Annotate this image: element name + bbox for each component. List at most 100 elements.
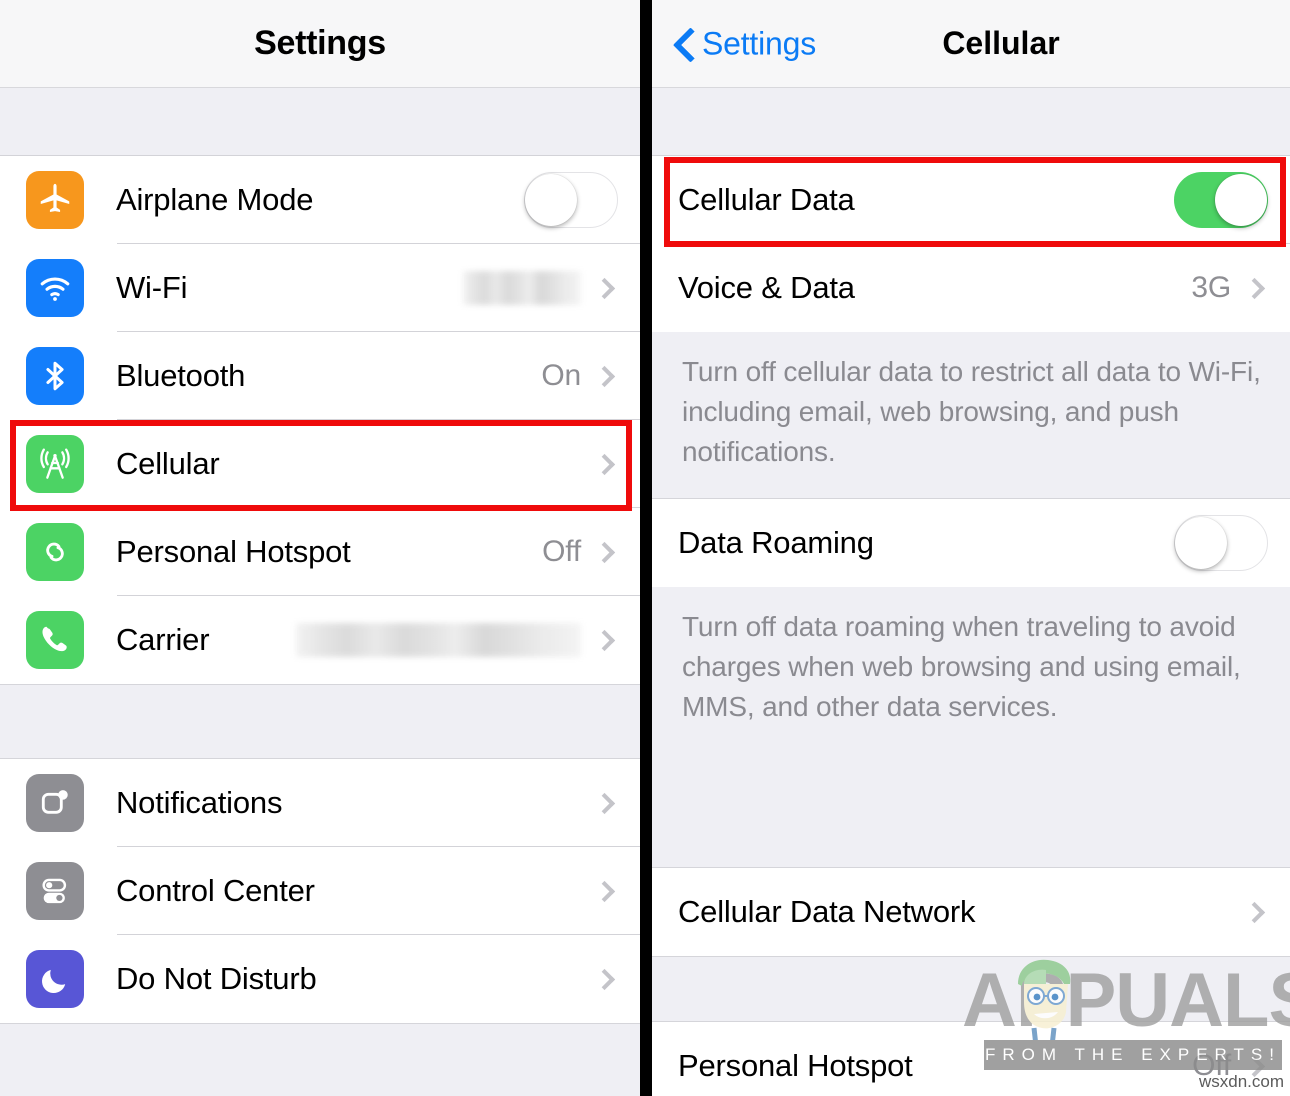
chevron-right-icon	[593, 277, 616, 299]
sidebar-item-label: Notifications	[116, 785, 283, 820]
cellular-group-roaming: Data Roaming	[652, 499, 1290, 587]
sidebar-item-label: Cellular	[116, 446, 220, 481]
sidebar-item-wifi[interactable]: Wi-Fi	[0, 244, 640, 332]
wifi-glyph	[40, 277, 70, 301]
toggle-knob	[1215, 174, 1267, 226]
footnote-line: including email, web browsing, and push	[682, 396, 1179, 427]
row-accessory	[593, 880, 618, 902]
cellular-group-network: Cellular Data Network	[652, 868, 1290, 956]
sidebar-item-carrier[interactable]: Carrier	[0, 596, 640, 684]
cellular-tower-icon	[26, 435, 84, 493]
toggle-knob	[1175, 517, 1227, 569]
cellular-data-toggle[interactable]	[1174, 172, 1268, 228]
row-voice-and-data[interactable]: Voice & Data 3G	[652, 244, 1290, 332]
footnote-line: notifications.	[682, 436, 836, 467]
sidebar-item-bluetooth[interactable]: Bluetooth On	[0, 332, 640, 420]
data-roaming-footnote: Turn off data roaming when traveling to …	[652, 587, 1290, 868]
control-center-icon	[26, 862, 84, 920]
section-gap-1	[0, 684, 640, 759]
sidebar-item-label: Control Center	[116, 873, 315, 908]
data-roaming-toggle[interactable]	[1174, 515, 1268, 571]
section-gap-3	[652, 956, 1290, 1022]
row-label: Data Roaming	[678, 525, 874, 560]
section-gap-top	[652, 88, 1290, 156]
section-gap-2	[0, 1023, 640, 1096]
sidebar-item-notifications[interactable]: Notifications	[0, 759, 640, 847]
footnote-line: Turn off data roaming when traveling to …	[682, 611, 1236, 642]
hotspot-icon	[26, 523, 84, 581]
notifications-glyph	[41, 790, 68, 814]
chevron-left-icon	[674, 27, 694, 61]
hotspot-glyph	[46, 542, 64, 562]
row-label: Cellular Data	[678, 182, 855, 217]
chevron-right-icon	[593, 968, 616, 990]
chevron-right-icon	[593, 792, 616, 814]
chevron-right-icon	[1243, 901, 1266, 923]
row-label: Cellular Data Network	[678, 894, 976, 929]
dual-screenshot-composite: Settings Airplane Mode Wi-Fi Bluetooth O…	[0, 0, 1290, 1096]
control-center-glyph	[42, 878, 67, 904]
sidebar-item-personal-hotspot[interactable]: Personal Hotspot Off	[0, 508, 640, 596]
footnote-line: MMS, and other data services.	[682, 691, 1058, 722]
row-accessory	[1174, 515, 1268, 571]
footnote-line: Turn off cellular data to restrict all d…	[682, 356, 1261, 387]
sidebar-item-do-not-disturb[interactable]: Do Not Disturb	[0, 935, 640, 1023]
notifications-icon	[26, 774, 84, 832]
chevron-right-icon	[593, 629, 616, 651]
row-accessory	[593, 792, 618, 814]
row-accessory	[463, 271, 618, 305]
sidebar-item-label: Carrier	[116, 622, 210, 657]
page-title: Cellular	[942, 25, 1060, 61]
cellular-navbar: Settings Cellular	[652, 0, 1290, 88]
bluetooth-status-value: On	[541, 359, 581, 392]
chevron-right-icon	[593, 365, 616, 387]
row-accessory	[296, 623, 618, 657]
sidebar-item-control-center[interactable]: Control Center	[0, 847, 640, 935]
sidebar-item-label: Bluetooth	[116, 358, 246, 393]
chevron-right-icon	[1243, 277, 1266, 299]
sidebar-item-airplane-mode[interactable]: Airplane Mode	[0, 156, 640, 244]
chevron-right-icon	[593, 880, 616, 902]
row-accessory	[1174, 172, 1268, 228]
hotspot-status-value: Off	[542, 535, 581, 568]
row-accessory	[593, 453, 618, 475]
row-data-roaming[interactable]: Data Roaming	[652, 499, 1290, 587]
bluetooth-glyph	[46, 361, 64, 391]
airplane-mode-toggle[interactable]	[524, 172, 618, 228]
row-accessory	[593, 968, 618, 990]
sidebar-item-label: Do Not Disturb	[116, 961, 317, 996]
source-site-label: wsxdn.com	[1198, 1072, 1284, 1091]
screenshot-separator	[640, 0, 652, 1096]
toggle-knob	[525, 174, 577, 226]
row-label: Voice & Data	[678, 270, 855, 305]
redacted-carrier-value	[296, 623, 581, 657]
sidebar-item-cellular[interactable]: Cellular	[0, 420, 640, 508]
row-accessory	[524, 172, 618, 228]
bluetooth-icon	[26, 347, 84, 405]
chevron-right-icon	[593, 541, 616, 563]
row-accessory: Off	[542, 535, 618, 569]
phone-icon	[26, 611, 84, 669]
airplane-icon	[26, 171, 84, 229]
voice-and-data-value: 3G	[1191, 271, 1231, 304]
chevron-right-icon	[593, 453, 616, 475]
redacted-wifi-network-value	[463, 271, 581, 305]
section-gap-top	[0, 88, 640, 156]
cellular-data-footnote: Turn off cellular data to restrict all d…	[652, 332, 1290, 499]
sidebar-item-label: Airplane Mode	[116, 182, 314, 217]
cellular-group-hotspot: Personal Hotspot Off	[652, 1022, 1290, 1096]
cellular-screen: Settings Cellular Cellular Data Voice & …	[652, 0, 1290, 1096]
row-label: Personal Hotspot	[678, 1048, 913, 1083]
moon-icon	[26, 950, 84, 1008]
moon-glyph	[42, 969, 66, 994]
row-accessory: 3G	[1191, 271, 1268, 305]
row-cellular-data[interactable]: Cellular Data	[652, 156, 1290, 244]
settings-navbar: Settings	[0, 0, 640, 88]
cellular-group-data: Cellular Data Voice & Data 3G	[652, 156, 1290, 332]
row-cellular-data-network[interactable]: Cellular Data Network	[652, 868, 1290, 956]
page-title: Settings	[254, 24, 386, 62]
wifi-icon	[26, 259, 84, 317]
settings-screen: Settings Airplane Mode Wi-Fi Bluetooth O…	[0, 0, 640, 1096]
footnote-line: charges when web browsing and using emai…	[682, 651, 1241, 682]
row-personal-hotspot[interactable]: Personal Hotspot Off	[652, 1022, 1290, 1096]
